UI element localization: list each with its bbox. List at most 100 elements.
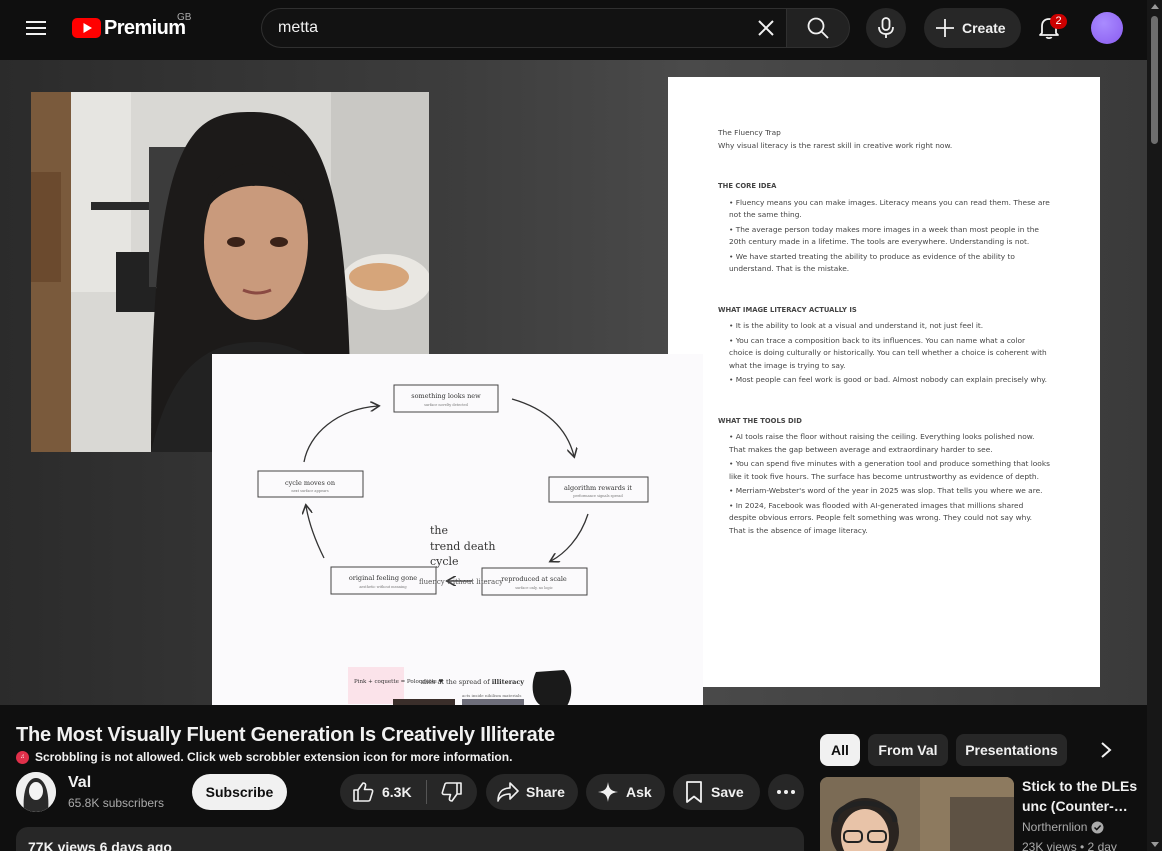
doc-bullet: • We have started treating the ability t… xyxy=(729,251,1015,274)
chip-all[interactable]: All xyxy=(820,734,860,766)
chip-from-channel[interactable]: From Val xyxy=(868,734,948,766)
more-horizontal-icon xyxy=(777,790,795,794)
node-sublabel: surface novelty detected xyxy=(424,403,469,407)
trend-cycle-diagram: something looks new surface novelty dete… xyxy=(212,354,703,705)
like-dislike-group: 6.3K xyxy=(340,774,477,810)
cycle-arrow xyxy=(511,398,574,456)
doc-bullet: • Merriam-Webster's word of the year in … xyxy=(729,486,1043,495)
channel-avatar[interactable] xyxy=(16,772,56,812)
diagram-center-title: trend death xyxy=(430,540,495,553)
chips-next-button[interactable] xyxy=(1088,734,1124,766)
ask-button[interactable]: Ask xyxy=(586,774,665,810)
save-button[interactable]: Save xyxy=(673,774,760,810)
node-label: cycle moves on xyxy=(285,479,335,487)
dislike-button[interactable] xyxy=(427,774,477,810)
youtube-logo[interactable]: Premium xyxy=(72,16,186,40)
search-box xyxy=(261,8,787,48)
menu-button[interactable] xyxy=(16,8,56,48)
diagram-node-right: algorithm rewards it performance signals… xyxy=(548,476,649,503)
node-sublabel: surface only, no logic xyxy=(515,586,553,590)
doc-bullet: • AI tools raise the floor without raisi… xyxy=(729,432,1035,454)
like-button[interactable]: 6.3K xyxy=(340,774,426,810)
node-label: original feeling gone xyxy=(349,574,417,582)
cycle-arrow xyxy=(551,513,589,561)
share-button[interactable]: Share xyxy=(486,774,578,810)
scrobbler-notice: ♫ Scrobbling is not allowed. Click web s… xyxy=(16,750,512,764)
logo-text: Premium xyxy=(104,16,186,39)
node-sublabel: performance signals spread xyxy=(573,494,623,498)
doc-title: The Fluency Trap xyxy=(718,128,781,137)
moodboard-photo xyxy=(393,699,455,705)
scroll-down-arrow[interactable] xyxy=(1151,842,1159,847)
notification-count-badge: 2 xyxy=(1050,14,1067,29)
youtube-play-icon xyxy=(72,18,101,38)
doc-section-heading: WHAT THE TOOLS DID xyxy=(718,416,802,425)
thumbs-down-icon xyxy=(441,782,462,802)
doc-section-heading: THE CORE IDEA xyxy=(718,182,777,190)
doc-bullet: • Most people can feel work is good or b… xyxy=(729,375,1047,384)
doc-bullet: • In 2024, Facebook was flooded with AI-… xyxy=(729,500,1033,535)
cycle-arrow xyxy=(303,406,378,463)
like-count: 6.3K xyxy=(382,784,412,800)
share-icon xyxy=(497,782,519,802)
video-title: The Most Visually Fluent Generation Is C… xyxy=(16,724,555,746)
related-video-channel[interactable]: Northernlion xyxy=(1022,820,1104,834)
node-label: algorithm rewards it xyxy=(564,484,632,492)
diagram-node-left: cycle moves on next surface appears xyxy=(257,470,364,498)
search-icon xyxy=(807,17,829,39)
verified-icon xyxy=(1091,821,1104,833)
account-avatar[interactable] xyxy=(1091,12,1123,44)
chevron-right-icon xyxy=(1101,742,1112,758)
share-label: Share xyxy=(526,784,565,800)
diagram-node-top: something looks new surface novelty dete… xyxy=(393,384,499,413)
node-sublabel: next surface appears xyxy=(291,489,328,493)
search-input[interactable] xyxy=(278,9,748,47)
page-scrollbar[interactable] xyxy=(1147,0,1162,851)
clear-search-button[interactable] xyxy=(749,11,783,45)
scrobbler-message: Scrobbling is not allowed. Click web scr… xyxy=(35,750,513,764)
subscriber-count: 65.8K subscribers xyxy=(68,796,165,810)
chip-presentations[interactable]: Presentations xyxy=(956,734,1067,766)
plus-icon xyxy=(936,19,954,37)
create-label: Create xyxy=(962,20,1006,36)
diagram-center-title: the xyxy=(430,524,448,537)
doc-bullet: • The average person today makes more im… xyxy=(729,224,1039,247)
moodboard-subcaption: acts inside nihilism materials xyxy=(462,693,521,698)
related-video-title[interactable]: Stick to the DLEs unc (Counter-… xyxy=(1022,776,1140,816)
create-button[interactable]: Create xyxy=(924,8,1021,48)
description-box[interactable]: 77K views 6 days ago xyxy=(16,827,804,851)
close-icon xyxy=(758,20,774,36)
moodboard-shoes xyxy=(532,670,572,705)
moodboard-photo xyxy=(462,699,524,705)
doc-bullet: • Fluency means you can make images. Lit… xyxy=(729,197,1050,220)
top-bar: Premium GB Create 2 xyxy=(0,0,1162,56)
thumbs-up-icon xyxy=(353,782,374,802)
ask-label: Ask xyxy=(626,784,652,800)
sparkle-icon xyxy=(598,782,618,802)
search-button[interactable] xyxy=(786,8,850,48)
scroll-thumb[interactable] xyxy=(1151,16,1158,144)
video-stats: 77K views 6 days ago xyxy=(28,839,172,851)
cycle-arrow xyxy=(306,506,325,559)
voice-search-button[interactable] xyxy=(866,8,906,48)
diagram-center-caption: fluency without literacy xyxy=(419,578,503,586)
doc-bullet: • You can trace a composition back to it… xyxy=(729,335,1047,370)
diagram-center-title: cycle xyxy=(430,555,459,568)
doc-subtitle: Why visual literacy is the rarest skill … xyxy=(718,140,953,150)
slide-document: The Fluency Trap Why visual literacy is … xyxy=(668,77,1100,687)
related-channel-name: Northernlion xyxy=(1022,820,1088,834)
microphone-icon xyxy=(878,17,894,38)
subscribe-button[interactable]: Subscribe xyxy=(192,774,287,810)
video-player[interactable]: The Fluency Trap Why visual literacy is … xyxy=(0,60,1147,705)
thumbnail-image xyxy=(820,777,1014,851)
channel-name[interactable]: Val xyxy=(68,774,91,792)
scrobbler-icon[interactable]: ♫ xyxy=(16,750,29,764)
doc-bullet: • It is the ability to look at a visual … xyxy=(729,321,984,330)
node-sublabel: aesthetic without meaning xyxy=(359,585,407,589)
hamburger-icon xyxy=(26,21,46,35)
related-video-thumbnail[interactable] xyxy=(820,777,1014,851)
more-actions-button[interactable] xyxy=(768,774,804,810)
channel-avatar-image xyxy=(16,772,56,812)
bookmark-icon xyxy=(686,781,702,803)
scroll-up-arrow[interactable] xyxy=(1151,4,1159,9)
